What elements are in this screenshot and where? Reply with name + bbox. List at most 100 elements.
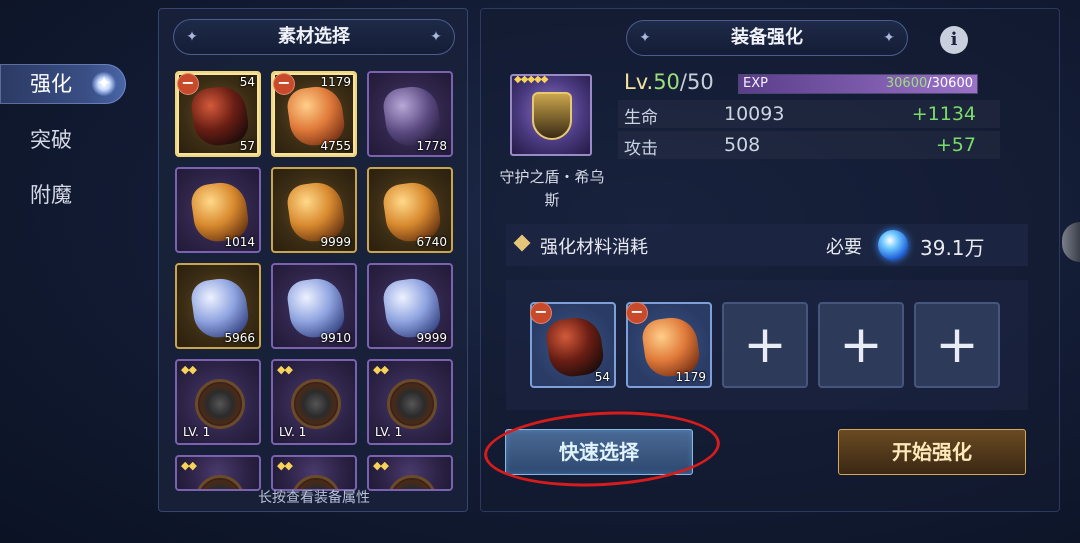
material-slot[interactable]: 6740 <box>367 167 453 253</box>
material-slot[interactable]: ◆◆ <box>367 455 453 491</box>
exp-max: 30600 <box>931 76 973 91</box>
remove-icon[interactable]: − <box>626 302 648 324</box>
equipment-icon[interactable]: ◆◆◆◆◆ <box>510 74 592 156</box>
owned-count: 9999 <box>416 331 447 345</box>
material-slot[interactable]: 1778 <box>367 71 453 157</box>
add-icon: + <box>935 315 979 375</box>
material-slot[interactable]: 5966 <box>175 263 261 349</box>
owned-count: 6740 <box>416 235 447 249</box>
ornament-icon: ✦ <box>883 30 895 46</box>
shield-icon <box>387 379 437 429</box>
owned-count: 9910 <box>320 331 351 345</box>
exp-label: EXP <box>743 76 768 91</box>
equipment-level: LV. 1 <box>183 425 211 439</box>
rarity-stars: ◆◆ <box>373 363 389 376</box>
stat-name: 生命 <box>624 108 658 128</box>
tab-enchant-label: 附魔 <box>30 183 72 207</box>
enhance-panel-title-bar: ✦ 装备强化 ✦ <box>626 20 908 56</box>
cost-label: 强化材料消耗 <box>540 237 648 258</box>
empty-material-slot[interactable]: + <box>914 302 1000 388</box>
material-slot[interactable]: ◆◆ LV. 1 <box>271 359 357 445</box>
info-icon[interactable]: i <box>940 26 968 54</box>
rarity-stars: ◆◆ <box>277 459 293 472</box>
level-current: 50 <box>653 70 680 94</box>
exp-value: 30600/30600 <box>886 76 973 91</box>
blue-orb-currency-icon <box>878 230 908 260</box>
owned-count: 57 <box>239 139 255 153</box>
material-slot[interactable]: 1014 <box>175 167 261 253</box>
level-row: Lv.50/50 EXP 30600/30600 <box>618 70 1000 98</box>
long-press-hint: 长按查看装备属性 <box>258 490 370 506</box>
stat-name: 攻击 <box>624 139 658 159</box>
stat-value: 10093 <box>724 103 785 125</box>
remove-icon[interactable]: − <box>530 302 552 324</box>
used-material-slot[interactable]: 54 − <box>530 302 616 388</box>
shield-emblem-icon <box>532 92 572 140</box>
material-slot[interactable]: ◆◆ <box>175 455 261 491</box>
empty-material-slot[interactable]: + <box>722 302 808 388</box>
shield-icon <box>195 379 245 429</box>
enhance-panel-title: 装备强化 <box>731 27 803 48</box>
sparkle-icon: ✦ <box>92 72 116 96</box>
material-panel: ✦ 素材选择 ✦ 54 57 − 1179 4755 − 1778 1014 9999 6740 5… <box>158 8 468 512</box>
rarity-stars: ◆◆ <box>373 459 389 472</box>
material-slot[interactable]: 9910 <box>271 263 357 349</box>
material-slot[interactable]: 54 57 − <box>175 71 261 157</box>
material-slot[interactable]: ◆◆ LV. 1 <box>175 359 261 445</box>
start-enhance-button[interactable]: 开始强化 <box>838 429 1026 475</box>
ornament-icon: ✦ <box>639 30 651 46</box>
selected-count: 54 <box>239 75 255 89</box>
tab-breakthrough-label: 突破 <box>30 128 72 152</box>
remove-icon[interactable]: − <box>177 73 199 95</box>
stat-value: 508 <box>724 134 761 156</box>
rarity-stars: ◆◆ <box>181 363 197 376</box>
empty-material-slot[interactable]: + <box>818 302 904 388</box>
tab-enhance-label: 强化 <box>30 72 72 96</box>
material-slot[interactable]: ◆◆ <box>271 455 357 491</box>
exp-bar: EXP 30600/30600 <box>738 74 978 94</box>
exp-current: 30600 <box>885 76 928 91</box>
owned-count: 1778 <box>416 139 447 153</box>
tab-enhance[interactable]: 强化 ✦ <box>0 64 126 104</box>
material-slot[interactable]: 9999 <box>271 167 357 253</box>
material-slot[interactable]: 9999 <box>367 263 453 349</box>
required-label: 必要 <box>826 237 862 258</box>
side-drawer-handle[interactable] <box>1062 222 1080 262</box>
level-display: Lv.50/50 <box>624 70 714 94</box>
owned-count: 9999 <box>320 235 351 249</box>
tab-breakthrough[interactable]: 突破 <box>0 120 126 160</box>
ornament-icon: ✦ <box>430 29 442 45</box>
used-material-slot[interactable]: 1179 − <box>626 302 712 388</box>
stat-row-attack: 攻击 508 +57 <box>618 131 1000 159</box>
level-prefix: Lv. <box>624 70 654 94</box>
level-sep: / <box>679 70 687 94</box>
equipment-level: LV. 1 <box>279 425 307 439</box>
shield-icon <box>291 379 341 429</box>
used-count: 54 <box>594 370 610 384</box>
cost-amount: 39.1万 <box>920 236 985 260</box>
remove-icon[interactable]: − <box>273 73 295 95</box>
tab-enchant[interactable]: 附魔 <box>0 175 126 215</box>
stat-delta: +1134 <box>911 103 976 125</box>
material-panel-title-bar: ✦ 素材选择 ✦ <box>173 19 455 55</box>
material-cost-bar: 强化材料消耗 必要 39.1万 <box>506 224 1028 266</box>
owned-count: 1014 <box>224 235 255 249</box>
stat-row-hp: 生命 10093 +1134 <box>618 100 1000 128</box>
equipment-name: 守护之盾・希乌斯 <box>499 168 605 209</box>
diamond-bullet-icon <box>513 234 531 252</box>
owned-count: 4755 <box>320 139 351 153</box>
ornament-icon: ✦ <box>186 29 198 45</box>
equipment-stars: ◆◆◆◆◆ <box>514 74 548 85</box>
owned-count: 5966 <box>224 331 255 345</box>
selected-count: 1179 <box>320 75 351 89</box>
add-icon: + <box>743 315 787 375</box>
rarity-stars: ◆◆ <box>277 363 293 376</box>
add-icon: + <box>839 315 883 375</box>
material-slot[interactable]: 1179 4755 − <box>271 71 357 157</box>
level-max: 50 <box>687 70 714 94</box>
material-panel-title: 素材选择 <box>278 26 350 47</box>
material-slot[interactable]: ◆◆ LV. 1 <box>367 359 453 445</box>
equipment-level: LV. 1 <box>375 425 403 439</box>
used-count: 1179 <box>675 370 706 384</box>
rarity-stars: ◆◆ <box>181 459 197 472</box>
